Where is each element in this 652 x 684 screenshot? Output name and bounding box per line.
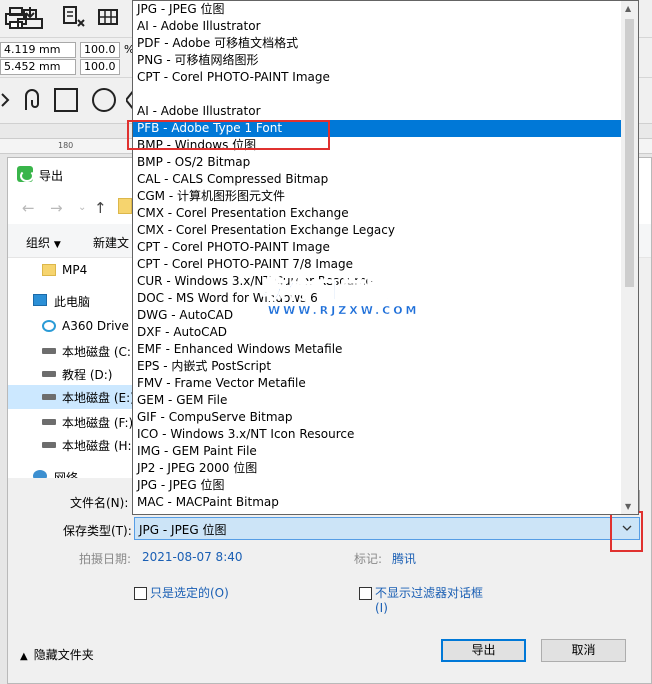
nav-item-drive-f[interactable]: 本地磁盘 (F:) <box>8 410 135 434</box>
file-type-option[interactable]: IMG - GEM Paint File <box>133 443 621 460</box>
save-type-select[interactable]: JPG - JPEG 位图 <box>134 517 640 540</box>
file-type-option[interactable]: JPG - JPEG 位图 <box>133 477 621 494</box>
cancel-button[interactable]: 取消 <box>541 639 626 662</box>
file-type-option[interactable]: BMP - OS/2 Bitmap <box>133 154 621 171</box>
only-selected-checkbox[interactable] <box>134 587 147 600</box>
drive-icon <box>42 348 56 354</box>
ruler-tick-label: 180 <box>58 141 74 150</box>
file-type-option[interactable]: GIF - CompuServe Bitmap <box>133 409 621 426</box>
only-selected-label[interactable]: 只是选定的(O) <box>150 584 229 601</box>
file-type-option[interactable]: PNG - 可移植网络图形 <box>133 52 621 69</box>
pc-icon <box>33 294 47 306</box>
file-type-option[interactable]: ICO - Windows 3.x/NT Icon Resource <box>133 426 621 443</box>
nav-item-network[interactable]: 网络 <box>8 465 135 478</box>
spiral-tool-icon[interactable] <box>18 86 46 114</box>
nav-item-drive-c[interactable]: 本地磁盘 (C:) <box>8 339 135 363</box>
annotation-box-dropdown <box>610 511 643 552</box>
date-value[interactable]: 2021-08-07 8:40 <box>142 550 243 564</box>
height-field[interactable]: 5.452 mm <box>0 59 76 75</box>
file-type-option[interactable]: AI - Adobe Illustrator <box>133 18 621 35</box>
file-type-option[interactable]: PDF - Adobe 可移植文档格式 <box>133 35 621 52</box>
hide-folders-toggle[interactable]: ▲ 隐藏文件夹 <box>20 646 94 663</box>
page-setup-icon[interactable] <box>60 4 88 32</box>
filename-label: 文件名(N): <box>70 496 129 510</box>
file-type-option[interactable]: CAL - CALS Compressed Bitmap <box>133 171 621 188</box>
ellipse-tool-icon[interactable] <box>90 86 118 114</box>
chevron-up-icon: ▲ <box>20 651 28 662</box>
scroll-down-icon[interactable]: ▼ <box>625 502 631 511</box>
up-arrow-icon[interactable]: ↑ <box>94 199 107 217</box>
nav-item-this-pc[interactable]: 此电脑 <box>8 289 135 313</box>
drive-icon <box>42 371 56 377</box>
scroll-up-icon[interactable]: ▲ <box>625 4 631 13</box>
tag-label: 标记: <box>354 552 383 566</box>
file-type-option[interactable]: CMX - Corel Presentation Exchange Legacy <box>133 222 621 239</box>
new-folder-button[interactable]: 新建文 <box>93 234 129 251</box>
back-arrow-icon[interactable]: ← <box>22 199 35 217</box>
grip-icon <box>0 86 10 114</box>
cloud-icon <box>42 320 56 332</box>
file-type-dropdown: JPG - JPEG 位图 AI - Adobe Illustrator PDF -… <box>132 0 639 515</box>
drive-icon <box>42 419 56 425</box>
tag-value[interactable]: 腾讯 <box>392 550 416 567</box>
chevron-down-icon: ▼ <box>53 240 61 250</box>
dialog-title: 导出 <box>39 169 64 183</box>
date-label: 拍摄日期: <box>79 552 132 566</box>
width-field[interactable]: 4.119 mm <box>0 42 76 58</box>
save-type-value: JPG - JPEG 位图 <box>139 523 227 537</box>
export-toolbar-icon[interactable] <box>15 4 45 32</box>
nav-item-drive-e[interactable]: 本地磁盘 (E:) <box>8 385 135 409</box>
nav-item-mp4[interactable]: MP4 <box>8 259 135 283</box>
forward-arrow-icon[interactable]: → <box>50 199 63 217</box>
file-type-option[interactable]: MAC - MACPaint Bitmap <box>133 494 621 511</box>
folder-icon <box>42 264 56 276</box>
watermark-url: WWW.RJZXW.COM <box>268 304 420 317</box>
file-type-option[interactable]: AI - Adobe Illustrator <box>133 103 621 120</box>
file-type-option[interactable]: CPT - Corel PHOTO-PAINT Image <box>133 239 621 256</box>
export-button[interactable]: 导出 <box>441 639 526 662</box>
organize-menu[interactable]: 组织 ▼ <box>26 234 61 251</box>
grid-icon[interactable] <box>95 4 123 32</box>
list-separator <box>133 86 621 103</box>
file-type-option[interactable]: JPG - JPEG 位图 <box>133 1 621 18</box>
save-type-label: 保存类型(T): <box>63 524 132 538</box>
file-type-option[interactable]: FMV - Frame Vector Metafile <box>133 375 621 392</box>
scrollbar-thumb[interactable] <box>625 19 634 287</box>
nav-item-drive-d[interactable]: 教程 (D:) <box>8 362 135 386</box>
file-type-option[interactable]: EMF - Enhanced Windows Metafile <box>133 341 621 358</box>
no-filter-checkbox[interactable] <box>359 587 372 600</box>
watermark: 软件自学网 WWW.RJZXW.COM <box>261 270 422 330</box>
file-type-option[interactable]: JP2 - JPEG 2000 位图 <box>133 460 621 477</box>
file-type-option[interactable]: EPS - 内嵌式 PostScript <box>133 358 621 375</box>
path-folder-icon <box>118 198 132 214</box>
file-type-option[interactable]: CGM - 计算机图形图元文件 <box>133 188 621 205</box>
file-type-option[interactable]: CPT - Corel PHOTO-PAINT Image <box>133 69 621 86</box>
dropdown-scrollbar[interactable]: ▲ ▼ <box>621 1 638 514</box>
nav-item-drive-h[interactable]: 本地磁盘 (H:) <box>8 433 135 457</box>
no-filter-label-shortcut[interactable]: (I) <box>375 601 388 615</box>
file-type-list: JPG - JPEG 位图 AI - Adobe Illustrator PDF -… <box>133 1 621 511</box>
file-type-option[interactable]: GEM - GEM File <box>133 392 621 409</box>
file-type-option[interactable]: CMX - Corel Presentation Exchange <box>133 205 621 222</box>
watermark-title: 软件自学网 <box>261 275 393 305</box>
drive-icon <box>42 442 56 448</box>
scale-x-field[interactable]: 100.0 <box>80 42 120 58</box>
network-icon <box>33 470 47 478</box>
recent-dropdown-icon[interactable]: ⌄ <box>78 202 86 213</box>
rectangle-tool-icon[interactable] <box>52 86 80 114</box>
navigation-pane: MP4 此电脑 A360 Drive 本地磁盘 (C:) 教程 (D:) 本地磁… <box>8 258 135 478</box>
nav-item-a360[interactable]: A360 Drive <box>8 315 135 339</box>
drive-icon <box>42 394 56 400</box>
no-filter-label[interactable]: 不显示过滤器对话框 <box>375 584 483 601</box>
scale-y-field[interactable]: 100.0 <box>80 59 120 75</box>
annotation-box-pfb <box>127 120 330 150</box>
app-icon <box>17 166 34 182</box>
